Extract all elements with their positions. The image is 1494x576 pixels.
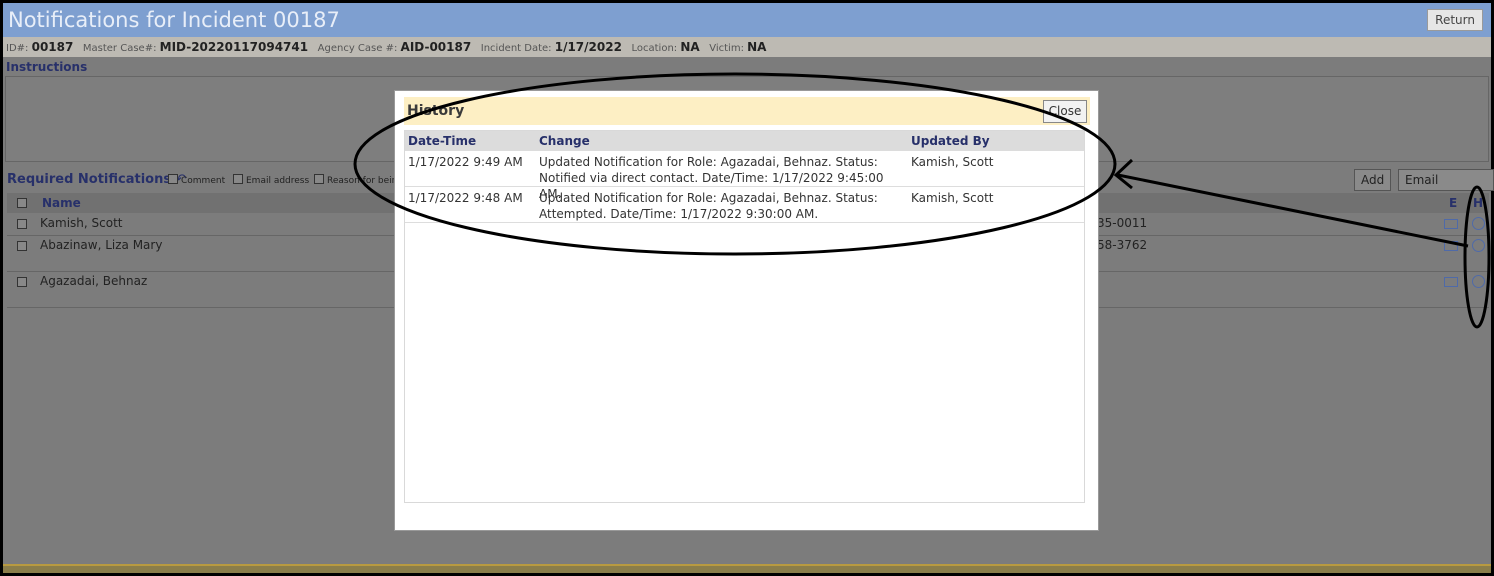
annotation-overlay <box>353 72 1491 329</box>
annotation-ellipse <box>353 72 1117 256</box>
annotation-arrow-line <box>1117 173 1469 248</box>
annotation-arrow-head <box>1113 158 1134 190</box>
annotation-ellipse-small <box>1463 185 1491 329</box>
